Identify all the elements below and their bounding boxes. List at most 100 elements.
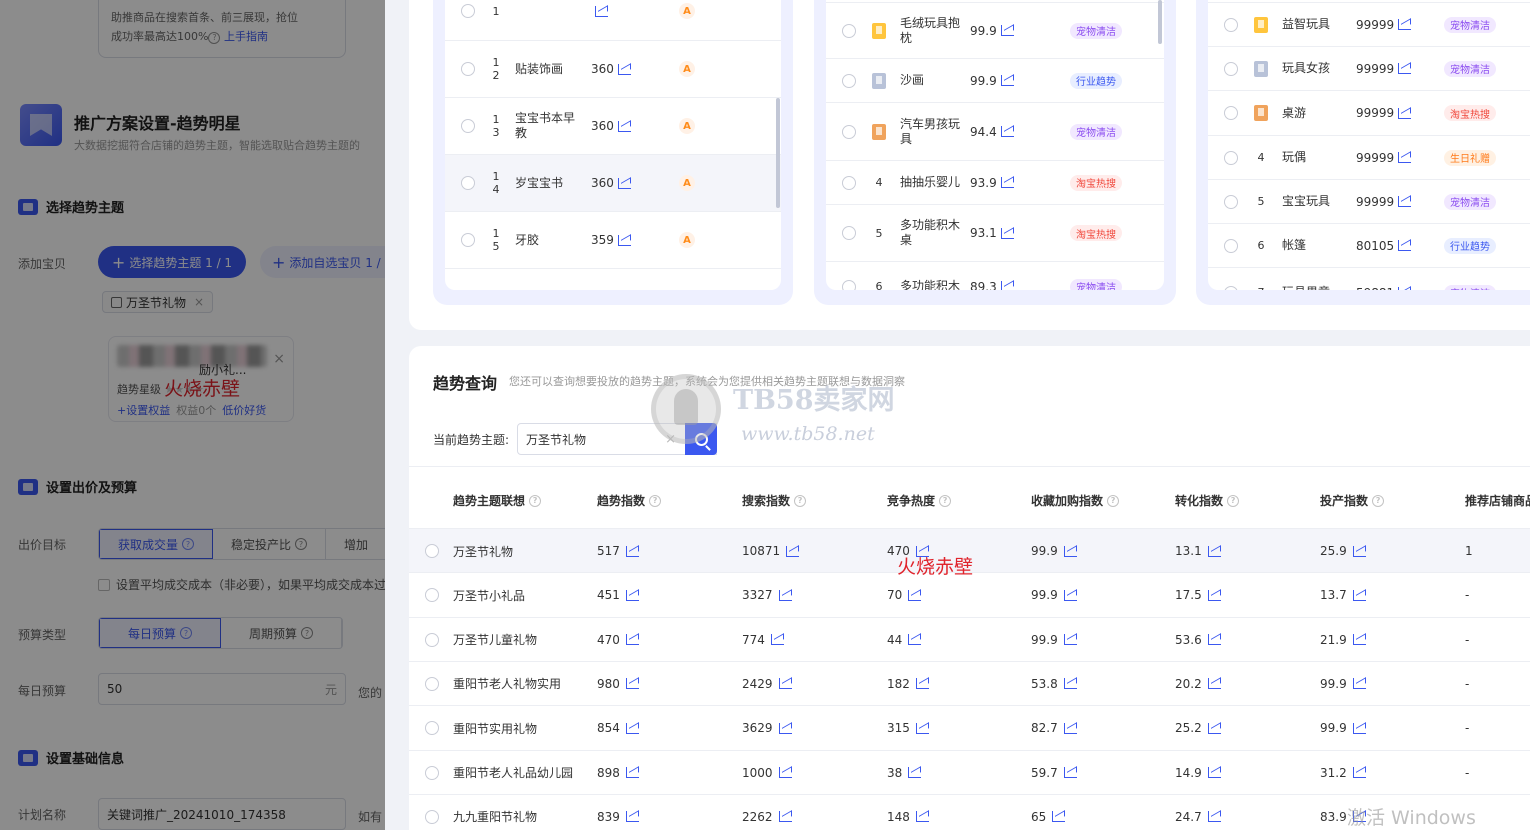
trend-chart-icon[interactable] (778, 589, 792, 601)
table-row[interactable]: 重阳节老人礼物实用 980 2429 182 53.8 20.2 99.9 - (409, 660, 1530, 705)
column-header[interactable]: 搜索指数? (742, 492, 807, 509)
ranking-row[interactable]: 7 玩具男童59881 宠物清洁 (1208, 267, 1530, 290)
ranking-row[interactable]: 1 4 岁宝宝书 360 A (445, 154, 781, 211)
radio-button[interactable] (842, 73, 856, 88)
scrollbar[interactable] (1158, 0, 1162, 44)
ranking-row[interactable]: 沙画 99.9 行业趋势 (826, 58, 1164, 102)
radio-button[interactable] (425, 588, 439, 603)
trend-chart-icon[interactable] (625, 678, 639, 690)
ranking-row[interactable]: 6 帐篷 80105 行业趋势 (1208, 223, 1530, 267)
help-icon[interactable]: ? (1372, 494, 1385, 507)
budget-type-option[interactable]: 周期预算? (221, 618, 343, 648)
close-icon[interactable]: × (273, 351, 285, 367)
ranking-row[interactable]: 毛绒玩具抱 枕 99.9 宠物清洁 (826, 2, 1164, 58)
trend-chart-icon[interactable] (778, 722, 792, 734)
radio-button[interactable] (461, 119, 475, 133)
ranking-row[interactable]: 1359 (445, 268, 781, 290)
radio-button[interactable] (461, 62, 475, 76)
trend-chart-icon[interactable] (1000, 227, 1014, 239)
radio-button[interactable] (1224, 285, 1238, 290)
bid-target-option[interactable]: 稳定投产比? (213, 529, 327, 559)
radio-button[interactable] (425, 809, 439, 824)
trend-chart-icon[interactable] (770, 634, 784, 646)
trend-chart-icon[interactable] (1207, 678, 1221, 690)
trend-chart-icon[interactable] (625, 589, 639, 601)
trend-chart-icon[interactable] (1352, 634, 1366, 646)
trend-chart-icon[interactable] (778, 678, 792, 690)
trend-chart-icon[interactable] (625, 767, 639, 778)
ranking-row[interactable]: 6 多功能积木 89.3 宠物清洁 (826, 261, 1164, 290)
table-row[interactable]: 重阳节实用礼物 854 3629 315 82.7 25.2 99.9 - (409, 705, 1530, 749)
ranking-row[interactable]: 4 玩偶 99999 生日礼赠 (1208, 135, 1530, 179)
trend-chart-icon[interactable] (908, 589, 922, 601)
help-icon[interactable]: ? (939, 494, 952, 507)
radio-button[interactable] (842, 279, 856, 290)
column-header[interactable]: 推荐店铺商品 (1465, 492, 1530, 509)
ranking-row[interactable]: 1 3 宝宝书本早 教 360 A (445, 97, 781, 154)
daily-budget-input[interactable]: 50 元 (98, 673, 346, 705)
ranking-row[interactable]: 1 5 牙胶 359 A (445, 211, 781, 268)
set-rights-link[interactable]: +设置权益 (117, 404, 170, 417)
trend-chart-icon[interactable] (786, 545, 800, 557)
trend-chart-icon[interactable] (1207, 722, 1221, 734)
radio-button[interactable] (1224, 106, 1238, 120)
radio-button[interactable] (425, 721, 439, 736)
trend-chart-icon[interactable] (1352, 767, 1366, 778)
table-row[interactable]: 重阳节老人礼品幼儿园 898 1000 38 59.7 14.9 31.2 - (409, 749, 1530, 794)
radio-button[interactable] (425, 544, 439, 558)
trend-chart-icon[interactable] (915, 811, 929, 823)
trend-chart-icon[interactable] (778, 811, 792, 823)
trend-chart-icon[interactable] (915, 722, 929, 734)
trend-chart-icon[interactable] (778, 767, 792, 778)
ranking-row[interactable]: 5 宝宝玩具 99999 宠物清洁 (1208, 179, 1530, 223)
trend-chart-icon[interactable] (625, 634, 639, 646)
trend-chart-icon[interactable] (1207, 767, 1221, 778)
trend-chart-icon[interactable] (1398, 107, 1412, 119)
ranking-row[interactable]: 1A (445, 0, 781, 39)
bid-target-option[interactable]: 获取成交量? (99, 529, 214, 559)
trend-chart-icon[interactable] (1207, 811, 1221, 823)
guide-link[interactable]: 上手指南 (224, 30, 268, 43)
trend-chart-icon[interactable] (1207, 545, 1221, 557)
column-header[interactable]: 转化指数? (1175, 492, 1240, 509)
help-icon[interactable]: ? (529, 494, 542, 507)
trend-chart-icon[interactable] (915, 678, 929, 690)
avg-cost-checkbox[interactable]: 设置平均成交成本（非必要），如果平均成交成本过 (98, 576, 385, 593)
trend-chart-icon[interactable] (617, 63, 631, 75)
help-icon[interactable]: ? (1107, 494, 1120, 507)
scrollbar[interactable] (776, 98, 780, 208)
trend-chart-icon[interactable] (1398, 63, 1412, 74)
trend-chart-icon[interactable] (1352, 678, 1366, 690)
trend-chart-icon[interactable] (1352, 545, 1366, 557)
ranking-row[interactable]: 益智玩具 99999 宠物清洁 (1208, 2, 1530, 46)
trend-chart-icon[interactable] (1000, 126, 1014, 137)
help-icon[interactable]: ? (649, 494, 662, 507)
radio-button[interactable] (1224, 150, 1238, 165)
trend-chart-icon[interactable] (1398, 240, 1412, 251)
ranking-row[interactable]: 玩具女孩 99999 宠物清洁 (1208, 46, 1530, 90)
radio-button[interactable] (1224, 17, 1238, 32)
trend-chart-icon[interactable] (617, 177, 631, 189)
trend-chart-icon[interactable] (617, 234, 631, 246)
trend-chart-icon[interactable] (625, 722, 639, 734)
close-icon[interactable]: × (194, 295, 204, 309)
trend-chart-icon[interactable] (1352, 589, 1366, 601)
trend-chart-icon[interactable] (1000, 177, 1014, 188)
trend-chart-icon[interactable] (1063, 589, 1077, 601)
ranking-row[interactable]: 桌游 99999 淘宝热搜 (1208, 90, 1530, 135)
ranking-row[interactable]: 1 2 贴装饰画 360 A (445, 40, 781, 97)
trend-chart-icon[interactable] (1398, 19, 1412, 30)
trend-chart-icon[interactable] (1398, 196, 1412, 207)
trend-chart-icon[interactable] (625, 545, 639, 557)
radio-button[interactable] (425, 765, 439, 780)
trend-chart-icon[interactable] (1000, 25, 1014, 36)
trend-chart-icon[interactable] (1207, 589, 1221, 601)
trend-chart-icon[interactable] (1063, 678, 1077, 690)
select-theme-button[interactable]: + 选择趋势主题 1 / 1 (98, 246, 246, 278)
trend-chart-icon[interactable] (1398, 152, 1412, 163)
radio-button[interactable] (842, 124, 856, 139)
radio-button[interactable] (461, 4, 475, 18)
trend-chart-icon[interactable] (1063, 634, 1077, 646)
radio-button[interactable] (461, 233, 475, 247)
add-custom-item-button[interactable]: + 添加自选宝贝 1 / (260, 246, 385, 278)
